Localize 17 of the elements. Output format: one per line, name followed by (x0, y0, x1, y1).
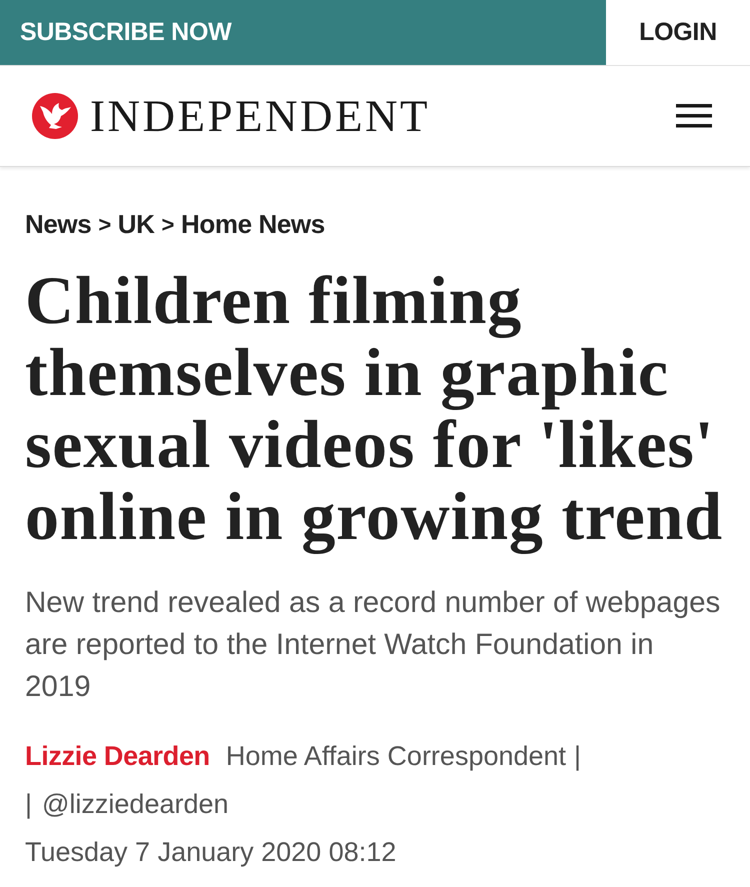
breadcrumb-separator: > (162, 210, 174, 238)
breadcrumb-link[interactable]: Home News (181, 204, 325, 244)
bird-logo-icon[interactable] (32, 93, 78, 139)
breadcrumb-separator: > (98, 210, 111, 238)
article-headline: Children filming themselves in graphic sexual videos for 'likes' online in growing trend (25, 264, 724, 552)
logo-wordmark[interactable]: INDEPENDENT (90, 94, 430, 138)
menu-icon[interactable] (676, 104, 712, 128)
publish-date: Tuesday 7 January 2020 08:12 (25, 836, 396, 869)
article-standfirst: New trend revealed as a record number of webpages are reported to the Internet Watch Foundation in 2019 (25, 585, 722, 705)
author-role: Home Affairs Correspondent (226, 740, 566, 773)
subscribe-button[interactable]: SUBSCRIBE NOW (0, 0, 606, 65)
byline-separator: | (25, 788, 32, 821)
breadcrumb-link[interactable]: UK (118, 204, 155, 244)
byline-separator: | (574, 740, 582, 773)
twitter-handle-link[interactable]: @lizziedearden (42, 784, 229, 824)
breadcrumb-link[interactable]: News (25, 204, 92, 244)
author-link[interactable]: Lizzie Dearden (25, 736, 210, 776)
